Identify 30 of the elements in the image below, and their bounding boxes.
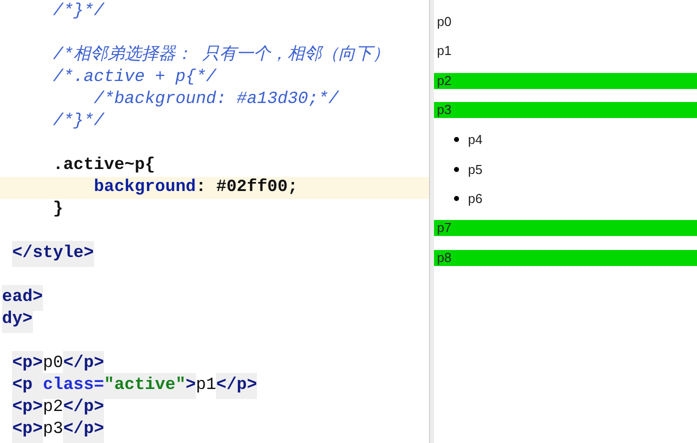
paragraph: p8 [434, 250, 697, 266]
code-punctuation: : [196, 177, 208, 200]
paragraph: p7 [434, 220, 697, 236]
paragraph: p2 [434, 72, 697, 89]
code-comment: /*}*/ [53, 111, 104, 134]
css-selector: .active~p{ [53, 155, 156, 178]
attribute-value: "active" [104, 373, 186, 399]
paragraph: p1 [436, 43, 452, 60]
html-tag: > [186, 373, 196, 399]
code-comment: /*.active + p{*/ [53, 67, 216, 90]
tag-text: p0 [42, 353, 64, 376]
css-selector: } [53, 199, 64, 222]
paragraph: p0 [436, 14, 452, 30]
html-tag: </style> [12, 241, 94, 267]
code-comment: /*相邻弟选择器： 只有一个，相邻（向下） [53, 44, 390, 68]
bullet-icon [454, 196, 459, 202]
code-comment: /*}*/ [53, 1, 104, 24]
paragraph: p3 [434, 102, 697, 118]
bullet-icon [454, 166, 459, 172]
list-item: p4 [468, 131, 484, 149]
css-value: #02ff00; [216, 177, 298, 200]
css-property: background [94, 177, 196, 200]
tag-text: p2 [42, 397, 64, 420]
list-item: p6 [468, 190, 484, 208]
tag-text: p3 [42, 419, 64, 442]
list-item: p5 [468, 160, 484, 179]
bullet-icon [454, 137, 459, 142]
html-tag: </p> [216, 373, 258, 399]
tag-text: p1 [196, 375, 216, 398]
code-comment: /*background: #a13d30;*/ [94, 89, 339, 112]
